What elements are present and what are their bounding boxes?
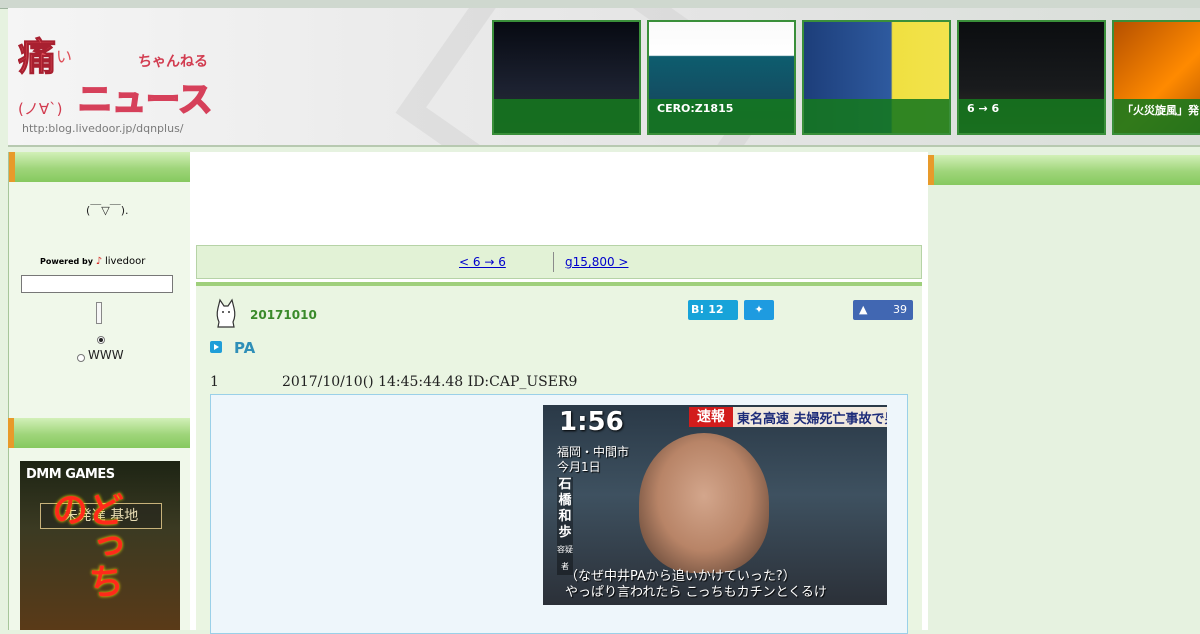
post-header: 1 2017/10/10() 14:45:44.48 ID:CAP_USER9 (210, 374, 577, 390)
logo-ruby: ちゃんねる (138, 54, 208, 70)
hatena-bookmark-button[interactable]: B! 12 (688, 300, 738, 320)
tv-name-caption: 石橋和歩 容疑者 (557, 477, 573, 575)
breaking-label: 速報 (689, 407, 733, 427)
ad-headline: どっちの (46, 491, 123, 599)
post-meta: 2017/10/10() 14:45:44.48 ID:CAP_USER9 (282, 374, 578, 390)
logo-news: ニュース (78, 80, 212, 120)
thumbnail[interactable]: 6 → 6 (957, 20, 1106, 135)
sidebar-header-bar (8, 418, 190, 448)
nav-divider (553, 252, 554, 272)
like-count: 39 (893, 303, 907, 316)
article-date: 20171010 (250, 308, 317, 322)
logo-url: http:blog.livedoor.jp/dqnplus/ (22, 122, 184, 135)
prev-article-link[interactable]: < 6 → 6 (459, 255, 506, 269)
cat-mascot-icon (216, 298, 236, 328)
logo-i: い (56, 47, 72, 66)
thumbnail[interactable] (492, 20, 641, 135)
news-screenshot[interactable]: 1:56 速報 東名高速 夫婦死亡事故で男を逮 福岡・中間市 今月1日 石橋和歩… (543, 405, 887, 605)
sidebar-header-bar (928, 155, 1200, 185)
twitter-bird-icon: ✦ (754, 303, 764, 316)
radio-www-label: WWW (88, 348, 124, 362)
post-body: 1:56 速報 東名高速 夫婦死亡事故で男を逮 福岡・中間市 今月1日 石橋和歩… (210, 394, 908, 634)
breaking-headline: 東名高速 夫婦死亡事故で男を逮 (737, 412, 887, 427)
thumbnail[interactable] (802, 20, 951, 135)
dmm-games-ad[interactable]: DMM GAMES 未発達 基地 どっちの (20, 461, 180, 630)
tv-location: 福岡・中間市 今月1日 (557, 445, 630, 474)
thumbnail[interactable]: 「火災旋風」発 (1112, 20, 1200, 135)
article-entry: 20171010 PA B! 12 ✦ ▲ 39 1 2017/10/10() 1… (196, 282, 922, 634)
tv-time: 1:56 (559, 407, 624, 437)
site-logo[interactable]: 痛 い ちゃんねる ニュース (ノ∀`) http:blog.livedoor.… (18, 26, 228, 138)
thumbnail[interactable]: CERO:Z1815 (647, 20, 796, 135)
article-navigation: < 6 → 6 g15,800 > (196, 245, 922, 279)
search-input[interactable] (21, 275, 173, 293)
twitter-share-button[interactable]: ✦ (744, 300, 774, 320)
thumbs-up-icon: ▲ (859, 303, 868, 316)
category-arrow-icon (210, 341, 222, 353)
site-header: 痛 い ちゃんねる ニュース (ノ∀`) http:blog.livedoor.… (8, 8, 1200, 147)
sidebar-header-bar (9, 152, 191, 182)
thumbnail-strip: CERO:Z1815 6 → 6 「火災旋風」発 (492, 20, 1200, 135)
facebook-like-button[interactable]: ▲ 39 (853, 300, 913, 320)
article-category[interactable]: PA (234, 339, 255, 357)
livedoor-icon: ♪ (95, 256, 103, 267)
right-sidebar (928, 152, 1200, 630)
radio-www[interactable] (77, 354, 85, 362)
breaking-news-banner: 速報 東名高速 夫婦死亡事故で男を逮 (689, 407, 887, 427)
suspect-face (639, 433, 769, 573)
ad-brand: DMM GAMES (26, 467, 115, 482)
tv-subtitle-line2: やっぱり言われたら こっちもカチンとくるけ (565, 585, 827, 600)
sidebar-kaomoji: (￣▽￣). (86, 204, 129, 217)
post-number: 1 (210, 374, 219, 390)
main-content: < 6 → 6 g15,800 > 20171010 PA B! 12 ✦ ▲ … (190, 152, 928, 634)
powered-by: Powered by ♪ livedoor (40, 256, 146, 267)
radio-site[interactable] (97, 336, 105, 344)
search-button[interactable] (96, 302, 102, 324)
hatena-count: 12 (708, 303, 724, 316)
next-article-link[interactable]: g15,800 > (565, 255, 628, 269)
logo-main-kanji: 痛 (18, 35, 56, 79)
logo-face: (ノ∀`) (18, 100, 62, 118)
